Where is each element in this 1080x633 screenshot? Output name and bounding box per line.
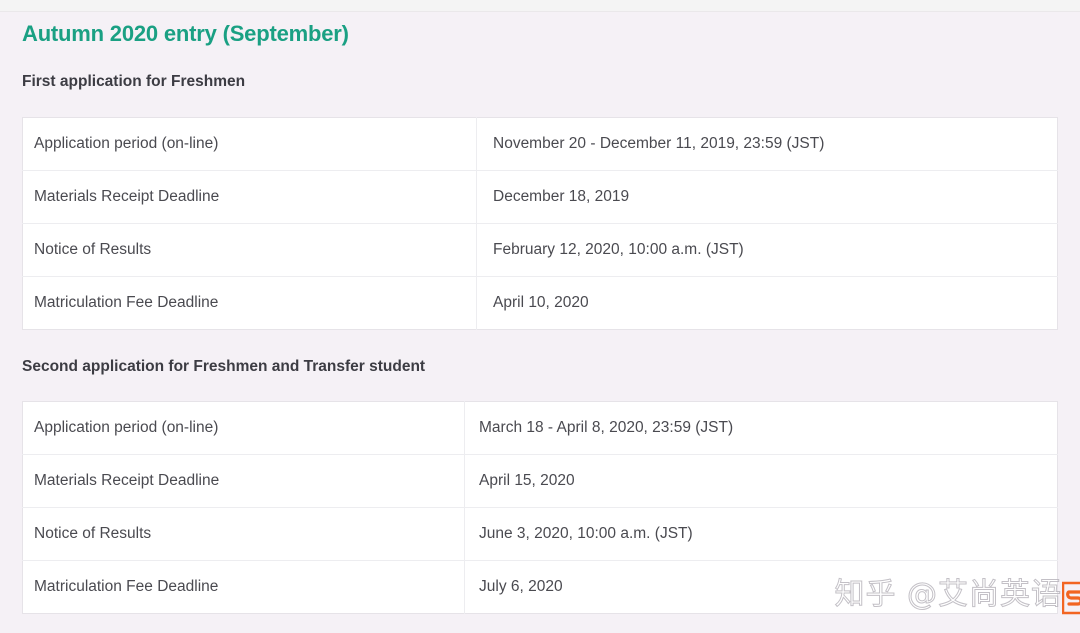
- table-row: Matriculation Fee Deadline April 10, 202…: [22, 276, 1058, 330]
- row-value: March 18 - April 8, 2020, 23:59 (JST): [479, 419, 734, 436]
- row-label: Notice of Results: [22, 507, 465, 561]
- section-heading-second-application: Second application for Freshmen and Tran…: [22, 358, 426, 375]
- row-label: Notice of Results: [22, 223, 477, 277]
- table-row: Notice of Results June 3, 2020, 10:00 a.…: [22, 507, 1058, 561]
- zhihu-logo-icon: [1062, 581, 1080, 615]
- table-row: Materials Receipt Deadline April 15, 202…: [22, 454, 1058, 508]
- row-label: Materials Receipt Deadline: [22, 454, 465, 508]
- table-row: Matriculation Fee Deadline July 6, 2020: [22, 560, 1058, 614]
- row-value: February 12, 2020, 10:00 a.m. (JST): [476, 223, 1058, 277]
- row-label: Matriculation Fee Deadline: [22, 560, 465, 614]
- top-browser-strip: [0, 0, 1080, 12]
- row-label: Materials Receipt Deadline: [22, 170, 477, 224]
- row-label: Application period (on-line): [22, 401, 465, 455]
- row-label: Matriculation Fee Deadline: [22, 276, 477, 330]
- row-label: Application period (on-line): [22, 117, 477, 171]
- row-value: April 15, 2020: [464, 454, 1058, 508]
- table-row: Application period (on-line) November 20…: [22, 117, 1058, 171]
- table-row: Application period (on-line) March 18 - …: [22, 401, 1058, 455]
- table-row: Notice of Results February 12, 2020, 10:…: [22, 223, 1058, 277]
- page-title: Autumn 2020 entry (September): [22, 21, 349, 46]
- row-value: November 20 - December 11, 2019, 23:59 (…: [493, 135, 825, 152]
- row-value: June 3, 2020, 10:00 a.m. (JST): [464, 507, 1058, 561]
- row-value: July 6, 2020: [464, 560, 1058, 614]
- section-heading-first-application: First application for Freshmen: [22, 73, 246, 90]
- second-application-schedule-table: Application period (on-line) March 18 - …: [22, 401, 1058, 614]
- row-value: April 10, 2020: [476, 276, 1058, 330]
- first-application-schedule-table: Application period (on-line) November 20…: [22, 117, 1058, 330]
- table-row: Materials Receipt Deadline December 18, …: [22, 170, 1058, 224]
- page-content: Autumn 2020 entry (September) First appl…: [0, 13, 1080, 633]
- row-value: December 18, 2019: [476, 170, 1058, 224]
